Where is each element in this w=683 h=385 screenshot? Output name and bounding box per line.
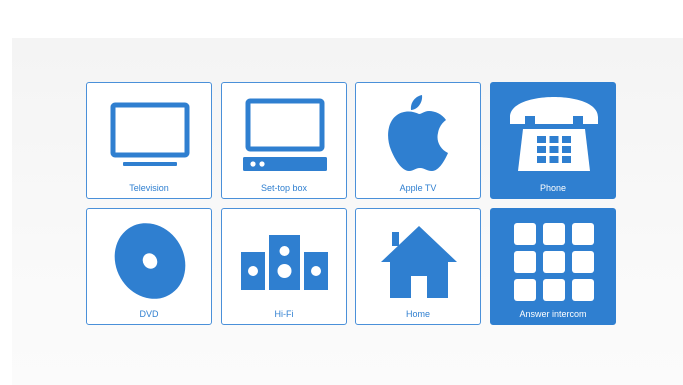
phone-icon bbox=[491, 83, 617, 183]
dvd-icon bbox=[87, 209, 213, 309]
tile-label: Television bbox=[129, 183, 169, 193]
tile-label: Set-top box bbox=[260, 183, 308, 193]
source-grid: Television Set-top box Apple TV Phone DV… bbox=[86, 82, 617, 326]
tile-television[interactable]: Television bbox=[86, 82, 212, 199]
tile-label: Answer intercom bbox=[519, 309, 587, 319]
set-top-box-icon bbox=[222, 83, 348, 183]
tv-icon bbox=[87, 83, 213, 183]
tile-dvd[interactable]: DVD bbox=[86, 208, 212, 325]
tile-phone[interactable]: Phone bbox=[490, 82, 616, 199]
keypad-icon bbox=[491, 209, 617, 309]
tile-label: Home bbox=[405, 309, 430, 319]
tile-home[interactable]: Home bbox=[355, 208, 481, 325]
tile-label: Hi-Fi bbox=[274, 309, 294, 319]
apple-icon bbox=[356, 83, 482, 183]
home-icon bbox=[356, 209, 482, 309]
tile-label: Phone bbox=[539, 183, 567, 193]
tile-apple-tv[interactable]: Apple TV bbox=[355, 82, 481, 199]
tile-hifi[interactable]: Hi-Fi bbox=[221, 208, 347, 325]
tile-set-top-box[interactable]: Set-top box bbox=[221, 82, 347, 199]
tile-label: DVD bbox=[139, 309, 159, 319]
hifi-icon bbox=[222, 209, 348, 309]
tile-label: Apple TV bbox=[399, 183, 437, 193]
tile-answer-intercom[interactable]: Answer intercom bbox=[490, 208, 616, 325]
